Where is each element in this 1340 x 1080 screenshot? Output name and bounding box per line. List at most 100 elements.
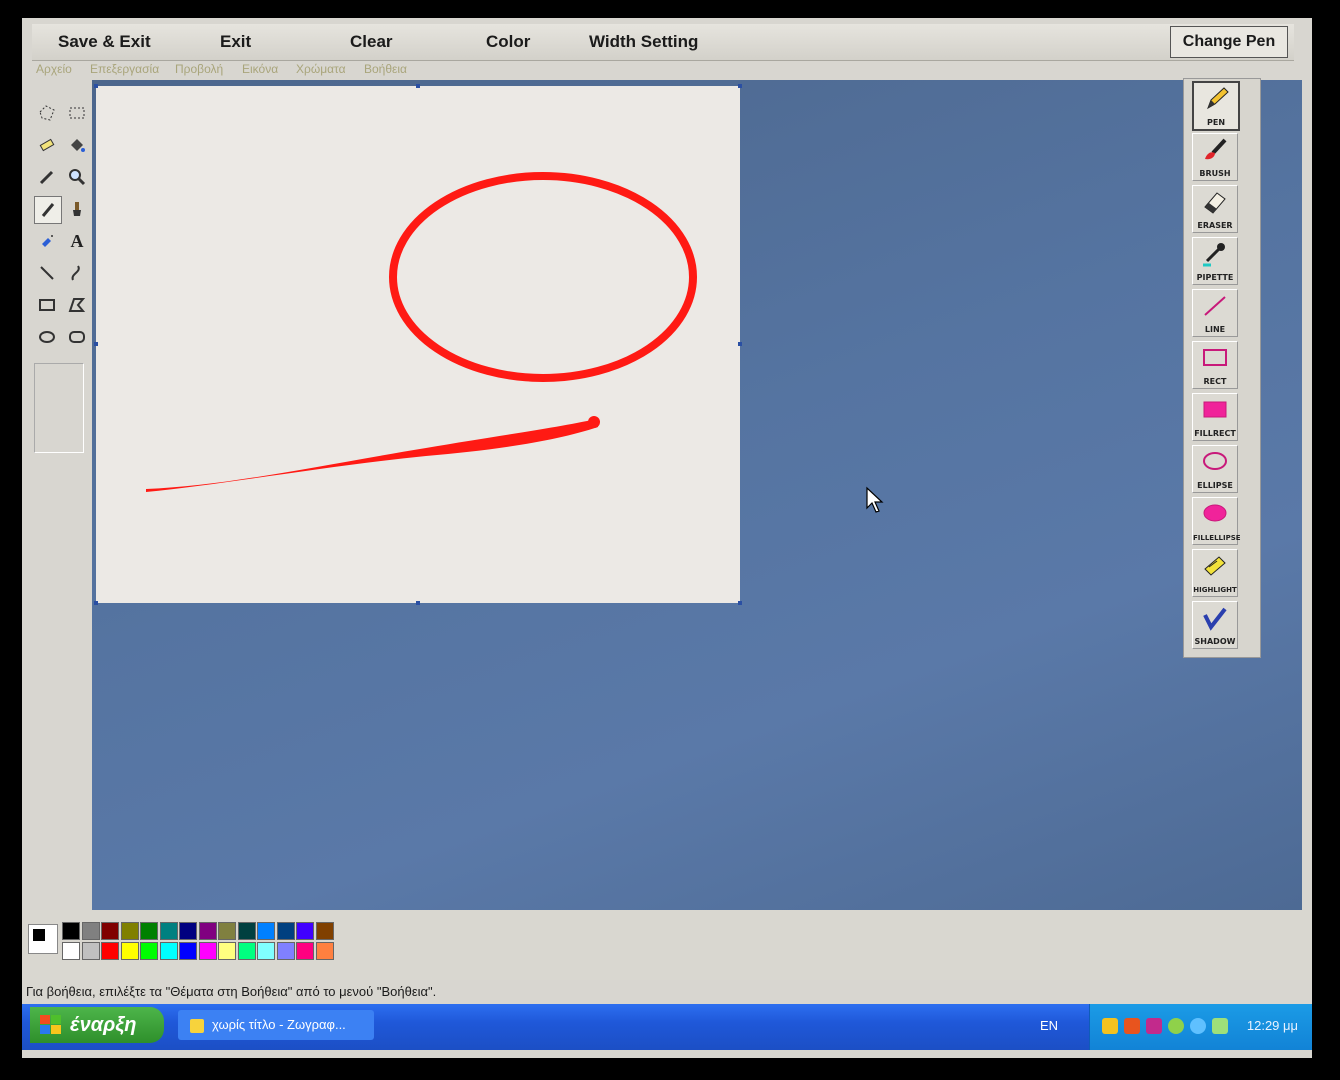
pen-tool-ellipse[interactable]: ELLIPSE bbox=[1192, 445, 1238, 493]
width-setting-button[interactable]: Width Setting bbox=[589, 32, 698, 52]
color-swatch[interactable] bbox=[276, 922, 295, 940]
start-button[interactable]: έναρξη bbox=[30, 1007, 164, 1043]
fillrect-icon bbox=[1203, 401, 1227, 418]
taskbar-window-paint[interactable]: χωρίς τίτλο - Ζωγραφ... bbox=[178, 1010, 374, 1040]
canvas-resize-handle[interactable] bbox=[738, 342, 742, 346]
color-swatch[interactable] bbox=[237, 922, 256, 940]
fill-bucket-icon[interactable] bbox=[64, 132, 90, 158]
color-swatch[interactable] bbox=[218, 922, 236, 940]
menu-help[interactable]: Βοήθεια bbox=[364, 62, 407, 76]
color-swatch[interactable] bbox=[257, 922, 275, 940]
brush-tool-icon[interactable] bbox=[64, 196, 90, 222]
clear-button[interactable]: Clear bbox=[350, 32, 393, 52]
fillellipse-icon bbox=[1203, 504, 1227, 522]
color-swatch[interactable] bbox=[81, 922, 100, 940]
menu-image[interactable]: Εικόνα bbox=[242, 62, 278, 76]
color-swatch[interactable] bbox=[140, 942, 158, 960]
canvas-resize-handle[interactable] bbox=[416, 601, 420, 605]
canvas-resize-handle[interactable] bbox=[94, 601, 98, 605]
color-swatch[interactable] bbox=[101, 942, 119, 960]
free-select-icon[interactable] bbox=[34, 100, 60, 126]
eraser-icon bbox=[1204, 192, 1226, 214]
highlight-icon bbox=[1204, 556, 1226, 576]
color-swatch[interactable] bbox=[237, 942, 256, 960]
pen-tool-eraser[interactable]: ERASER bbox=[1192, 185, 1238, 233]
ellipse-icon bbox=[1203, 452, 1227, 470]
color-swatch[interactable] bbox=[198, 942, 217, 960]
pen-tool-highlight[interactable]: HIGHLIGHT bbox=[1192, 549, 1238, 597]
tray-messenger-icon[interactable] bbox=[1190, 1018, 1206, 1034]
rect-select-icon[interactable] bbox=[64, 100, 90, 126]
pencil-icon[interactable] bbox=[34, 196, 62, 224]
color-button[interactable]: Color bbox=[486, 32, 530, 52]
color-swatch[interactable] bbox=[101, 922, 119, 940]
color-swatch[interactable] bbox=[140, 922, 158, 940]
red-brush-stroke bbox=[146, 419, 598, 492]
pen-tool-shadow[interactable]: SHADOW bbox=[1192, 601, 1238, 649]
monitor-screen: Save & Exit Exit Clear Color Width Setti… bbox=[22, 18, 1312, 1058]
save-exit-button[interactable]: Save & Exit bbox=[58, 32, 151, 52]
eraser-tool-icon[interactable] bbox=[34, 132, 60, 158]
color-swatch[interactable] bbox=[276, 942, 295, 960]
canvas-resize-handle[interactable] bbox=[738, 84, 742, 88]
canvas-resize-handle[interactable] bbox=[94, 342, 98, 346]
canvas-resize-handle[interactable] bbox=[738, 601, 742, 605]
airbrush-icon[interactable] bbox=[34, 228, 60, 254]
pen-tool-rect[interactable]: RECT bbox=[1192, 341, 1238, 389]
curve-tool-icon[interactable] bbox=[64, 260, 90, 286]
menu-edit[interactable]: Επεξεργασία bbox=[90, 62, 159, 76]
color-swatch[interactable] bbox=[81, 942, 100, 960]
magnifier-icon[interactable] bbox=[64, 164, 90, 190]
pen-tool-fillellipse[interactable]: FILLELLIPSE bbox=[1192, 497, 1241, 545]
start-label: έναρξη bbox=[70, 1013, 137, 1036]
pen-tool-pipette[interactable]: PIPETTE bbox=[1192, 237, 1238, 285]
color-swatch[interactable] bbox=[198, 922, 217, 940]
canvas-resize-handle[interactable] bbox=[94, 84, 98, 88]
tray-network-icon[interactable] bbox=[1146, 1018, 1162, 1034]
pen-tool-line[interactable]: LINE bbox=[1192, 289, 1238, 337]
polygon-tool-icon[interactable] bbox=[64, 292, 90, 318]
canvas-resize-handle[interactable] bbox=[416, 84, 420, 88]
color-swatch[interactable] bbox=[62, 942, 80, 960]
current-color-box[interactable] bbox=[28, 924, 58, 954]
color-swatch[interactable] bbox=[218, 942, 236, 960]
tray-antivirus-icon[interactable] bbox=[1124, 1018, 1140, 1034]
rounded-rect-tool-icon[interactable] bbox=[64, 324, 90, 350]
color-swatch[interactable] bbox=[62, 922, 80, 940]
pen-tool-label: RECT bbox=[1203, 377, 1227, 386]
line-tool-icon[interactable] bbox=[34, 260, 60, 286]
color-swatch[interactable] bbox=[315, 922, 334, 940]
tray-volume-icon[interactable] bbox=[1212, 1018, 1228, 1034]
pen-tool-label: LINE bbox=[1204, 325, 1226, 334]
pen-tool-pen[interactable]: PEN bbox=[1192, 81, 1240, 131]
color-swatch[interactable] bbox=[296, 922, 314, 940]
menu-bar: Αρχείο Επεξεργασία Προβολή Εικόνα Χρώματ… bbox=[32, 60, 1282, 80]
color-picker-icon[interactable] bbox=[34, 164, 60, 190]
tool-options-box[interactable] bbox=[34, 363, 84, 453]
color-swatch[interactable] bbox=[159, 942, 178, 960]
menu-colors[interactable]: Χρώματα bbox=[296, 62, 346, 76]
rectangle-tool-icon[interactable] bbox=[34, 292, 60, 318]
tray-update-icon[interactable] bbox=[1168, 1018, 1184, 1034]
pen-tool-label: FILLELLIPSE bbox=[1193, 534, 1241, 542]
color-swatch[interactable] bbox=[120, 942, 139, 960]
color-swatch[interactable] bbox=[159, 922, 178, 940]
menu-file[interactable]: Αρχείο bbox=[36, 62, 72, 76]
color-swatch[interactable] bbox=[179, 922, 197, 940]
ellipse-tool-icon[interactable] bbox=[34, 324, 60, 350]
color-swatch[interactable] bbox=[296, 942, 314, 960]
pen-tool-fillrect[interactable]: FILLRECT bbox=[1192, 393, 1238, 441]
color-swatch[interactable] bbox=[315, 942, 334, 960]
color-swatch[interactable] bbox=[257, 942, 275, 960]
text-tool-icon[interactable]: A bbox=[64, 228, 90, 254]
tray-app-icon[interactable] bbox=[1102, 1018, 1118, 1034]
color-swatch[interactable] bbox=[179, 942, 197, 960]
pen-tool-brush[interactable]: BRUSH bbox=[1192, 133, 1238, 181]
change-pen-button[interactable]: Change Pen bbox=[1170, 26, 1288, 58]
drawing-canvas[interactable] bbox=[96, 86, 740, 603]
menu-view[interactable]: Προβολή bbox=[175, 62, 223, 76]
pen-tool-label: PEN bbox=[1206, 118, 1226, 127]
color-swatch[interactable] bbox=[120, 922, 139, 940]
exit-button[interactable]: Exit bbox=[220, 32, 251, 52]
language-indicator[interactable]: EN bbox=[1040, 1018, 1058, 1033]
